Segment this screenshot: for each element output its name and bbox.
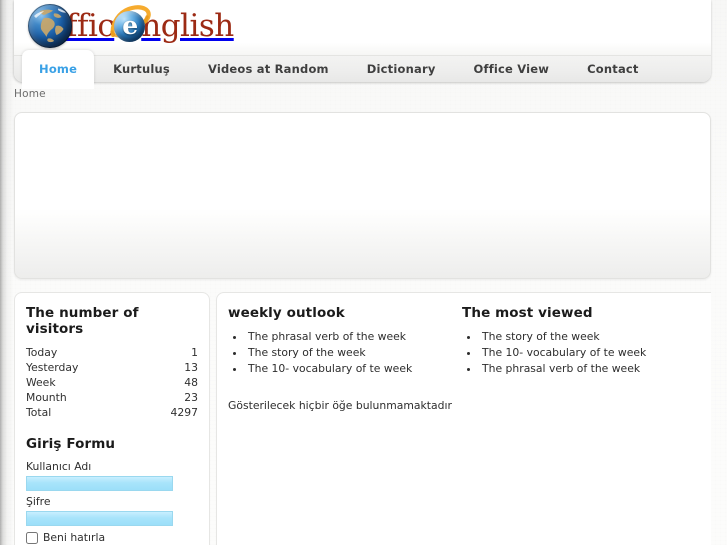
password-input[interactable]	[26, 511, 173, 526]
weekly-item-2: The story of the week	[248, 346, 366, 359]
weekly-item-3: The 10- vocabulary of te week	[248, 362, 413, 375]
stat-value-total: 4297	[170, 406, 198, 419]
list-item[interactable]: The 10- vocabulary of te week	[246, 361, 456, 377]
weekly-outlook-column: weekly outlook The phrasal verb of the w…	[228, 305, 462, 412]
internet-explorer-e-icon: e	[109, 5, 152, 47]
weekly-empty-note: Gösterilecek hiçbir öğe bulunmamaktadır	[228, 399, 452, 412]
username-input[interactable]	[26, 476, 173, 491]
nav-link-home[interactable]: Home	[22, 50, 94, 83]
login-form: Kullanıcı Adı Şifre Beni hatırla Oturum …	[26, 460, 198, 545]
nav-item-office-view[interactable]: Office View	[455, 56, 569, 82]
stat-label-total: Total	[26, 406, 52, 419]
stat-label-mounth: Mounth	[26, 391, 67, 404]
remember-me-label: Beni hatırla	[43, 531, 106, 544]
stat-label-yesterday: Yesterday	[26, 361, 79, 374]
stat-value-mounth: 23	[184, 391, 198, 404]
globe-icon	[28, 4, 72, 48]
most-viewed-item-1: The story of the week	[482, 330, 600, 343]
nav-item-kurtulus[interactable]: Kurtuluş	[94, 56, 189, 82]
main-navigation: Home Kurtuluş Videos at Random Dictionar…	[14, 50, 711, 89]
nav-item-videos-at-random[interactable]: Videos at Random	[189, 56, 348, 82]
stat-value-week: 48	[184, 376, 198, 389]
list-item[interactable]: The story of the week	[246, 345, 456, 361]
nav-item-dictionary[interactable]: Dictionary	[348, 56, 455, 82]
login-form-title: Giriş Formu	[26, 436, 116, 452]
table-row: Yesterday 13	[26, 360, 198, 375]
stat-value-yesterday: 13	[184, 361, 198, 374]
weekly-item-1: The phrasal verb of the week	[248, 330, 407, 343]
list-item[interactable]: The phrasal verb of the week	[480, 361, 700, 377]
nav-link-contact[interactable]: Contact	[568, 56, 658, 82]
nav-link-dictionary[interactable]: Dictionary	[348, 56, 455, 82]
logo-text-first: ffic	[66, 7, 115, 44]
site-header: ffic e nglish Home Kurtuluş Videos at Ra…	[14, 0, 711, 89]
most-viewed-list: The story of the week The 10- vocabulary…	[462, 329, 700, 377]
nav-item-home[interactable]: Home	[22, 50, 95, 89]
logo-text-second: nglish	[141, 7, 234, 44]
nav-item-contact[interactable]: Contact	[568, 56, 658, 82]
nav-link-office-view[interactable]: Office View	[455, 56, 569, 82]
table-row: Total 4297	[26, 405, 198, 420]
nav-link-kurtulus[interactable]: Kurtuluş	[94, 56, 189, 82]
table-row: Mounth 23	[26, 390, 198, 405]
most-viewed-title: The most viewed	[462, 305, 593, 321]
password-label: Şifre	[26, 495, 51, 508]
visitor-stats-table: Today 1 Yesterday 13 Week 48 Mounth 23 T…	[26, 345, 198, 420]
nav-list: Home Kurtuluş Videos at Random Dictionar…	[14, 50, 711, 89]
content-columns: The number of visitors Today 1 Yesterday…	[0, 292, 727, 545]
remember-me-row[interactable]: Beni hatırla	[26, 531, 198, 544]
most-viewed-item-3: The phrasal verb of the week	[482, 362, 641, 375]
visitors-title: The number of visitors	[26, 305, 139, 337]
list-item[interactable]: The phrasal verb of the week	[246, 329, 456, 345]
list-item[interactable]: The 10- vocabulary of te week	[480, 345, 700, 361]
weekly-outlook-title: weekly outlook	[228, 305, 345, 321]
site-logo[interactable]: ffic e nglish	[28, 2, 234, 50]
remember-me-checkbox[interactable]	[26, 531, 38, 544]
sidebar-panel: The number of visitors Today 1 Yesterday…	[14, 292, 210, 545]
stat-label-today: Today	[26, 346, 58, 359]
nav-link-videos-at-random[interactable]: Videos at Random	[189, 56, 348, 82]
weekly-outlook-list: The phrasal verb of the week The story o…	[228, 329, 456, 377]
stat-label-week: Week	[26, 376, 56, 389]
page-root: ffic e nglish Home Kurtuluş Videos at Ra…	[0, 0, 727, 545]
breadcrumb-item-home[interactable]: Home	[14, 88, 46, 100]
breadcrumb: Home	[14, 88, 46, 100]
stat-value-today: 1	[191, 346, 198, 359]
table-row: Week 48	[26, 375, 198, 390]
most-viewed-item-2: The 10- vocabulary of te week	[482, 346, 647, 359]
table-row: Today 1	[26, 345, 198, 360]
main-content-panel	[14, 112, 711, 279]
list-item[interactable]: The story of the week	[480, 329, 700, 345]
most-viewed-column: The most viewed The story of the week Th…	[462, 305, 700, 412]
main-columns-panel: weekly outlook The phrasal verb of the w…	[216, 292, 711, 545]
username-label: Kullanıcı Adı	[26, 460, 92, 473]
